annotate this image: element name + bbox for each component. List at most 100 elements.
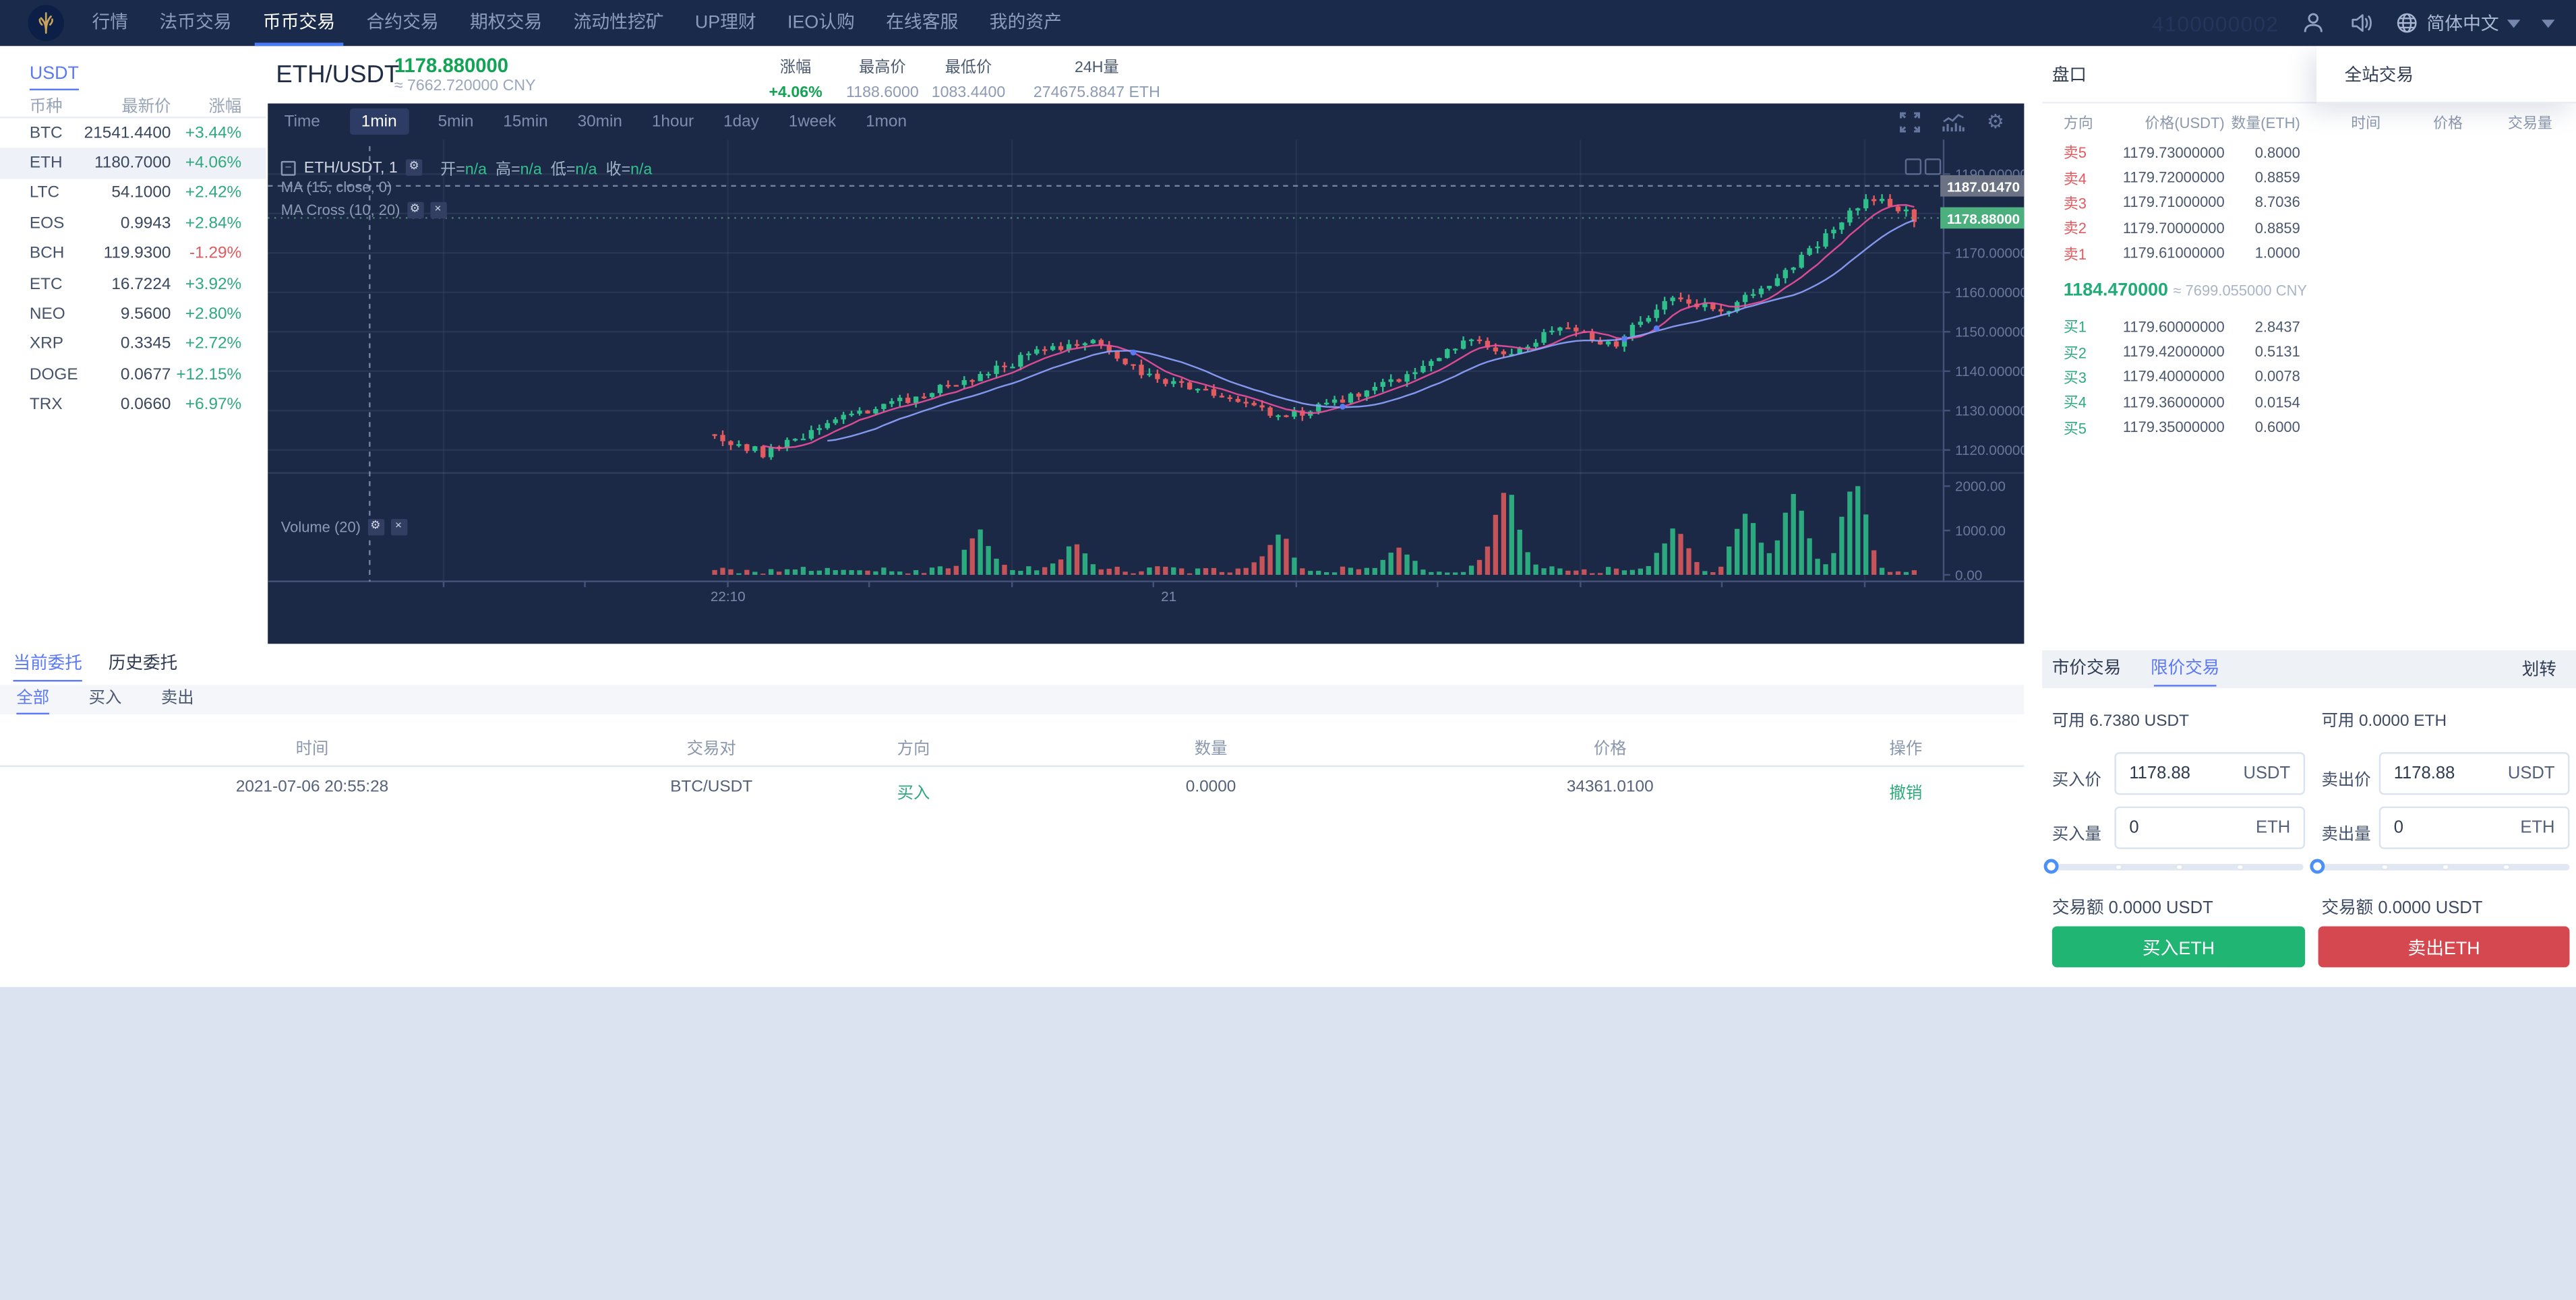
volume-close-icon[interactable]: × [390, 519, 407, 535]
orders-col-4: 价格 [1594, 734, 1627, 759]
bid-row[interactable]: 买41179.360000000.0154 [2042, 390, 2316, 415]
nav-item-6[interactable]: UP理财 [695, 0, 756, 46]
sell-price-input[interactable] [2394, 754, 2509, 793]
ask-row[interactable]: 卖41179.720000000.8859 [2042, 165, 2316, 191]
candlestick-chart[interactable]: 1200.000001190.000001180.000001170.00000… [268, 140, 2024, 644]
sell-amount-input[interactable] [2394, 808, 2509, 847]
buy-amount-input[interactable] [2129, 808, 2244, 847]
sell-price-field: USDT [2379, 752, 2570, 795]
ma-cross-gear-icon[interactable]: ⚙ [407, 202, 423, 218]
ask-row[interactable]: 卖11179.610000001.0000 [2042, 241, 2316, 266]
ma-cross-close-icon[interactable]: × [429, 202, 446, 218]
orders-col-3: 数量 [1195, 734, 1228, 759]
market-row[interactable]: ETH1180.7000+4.06% [0, 148, 266, 179]
ask-row[interactable]: 卖31179.710000008.7036 [2042, 190, 2316, 216]
market-list-header: 币种 最新价 涨幅 [0, 92, 266, 118]
orders-tab-0[interactable]: 当前委托 [13, 650, 82, 681]
market-row[interactable]: EOS0.9943+2.84% [0, 209, 266, 239]
market-coin: DOGE [30, 366, 79, 384]
buy-slider-handle[interactable] [2044, 858, 2059, 873]
orders-subtab-1[interactable]: 买入 [89, 685, 122, 714]
tab-limit-trade[interactable]: 限价交易 [2151, 650, 2219, 688]
transfer-link[interactable]: 划转 [2522, 657, 2556, 682]
ask-row[interactable]: 卖21179.700000000.8859 [2042, 216, 2316, 241]
collapse-legend-icon[interactable]: − [281, 160, 296, 175]
book-side: 买1 [2064, 315, 2109, 337]
buy-amount-slider[interactable] [2052, 856, 2304, 875]
buy-price-input[interactable] [2129, 754, 2244, 793]
series-settings-gear-icon[interactable]: ⚙ [406, 159, 422, 175]
sell-available: 可用 0.0000 ETH [2321, 706, 2447, 731]
market-row[interactable]: DOGE0.0677+12.15% [0, 360, 266, 390]
timeframe-15min[interactable]: 15min [503, 113, 547, 131]
market-row[interactable]: TRX0.0660+6.97% [0, 390, 266, 421]
sell-eth-button[interactable]: 卖出ETH [2318, 926, 2570, 967]
volume-gear-icon[interactable]: ⚙ [367, 519, 384, 535]
bid-row[interactable]: 买31179.400000000.0078 [2042, 364, 2316, 390]
market-price: 0.0660 [79, 396, 171, 414]
nav-item-3[interactable]: 合约交易 [366, 0, 438, 46]
market-coin: NEO [30, 305, 79, 323]
session-watermark: 4100000002 [2152, 11, 2279, 36]
market-col-change: 涨幅 [171, 92, 241, 117]
market-list-panel: USDT 币种 最新价 涨幅 BTC21541.4400+3.44%ETH118… [0, 46, 266, 420]
nav-item-1[interactable]: 法币交易 [159, 0, 231, 46]
indicators-icon[interactable] [1942, 111, 1965, 132]
book-price: 1179.70000000 [2109, 220, 2225, 236]
sell-amount-slider[interactable] [2318, 856, 2570, 875]
order-cell: BTC/USDT [670, 778, 752, 797]
buy-price-unit: USDT [2243, 764, 2290, 783]
nav-item-5[interactable]: 流动性挖矿 [574, 0, 664, 46]
orders-subtab-0[interactable]: 全部 [16, 685, 49, 714]
timeframe-1day[interactable]: 1day [723, 113, 759, 131]
account-menu-caret-icon[interactable] [2542, 19, 2554, 27]
timeframe-1week[interactable]: 1week [789, 113, 836, 131]
language-selector[interactable]: 简体中文 [2395, 10, 2520, 36]
nav-item-0[interactable]: 行情 [92, 0, 128, 46]
nav-item-4[interactable]: 期权交易 [470, 0, 542, 46]
nav-item-8[interactable]: 在线客服 [886, 0, 958, 46]
market-row[interactable]: ETC16.7224+3.92% [0, 270, 266, 300]
chart-settings-gear-icon[interactable]: ⚙ [1987, 112, 2004, 131]
nav-item-9[interactable]: 我的资产 [990, 0, 1062, 46]
market-row[interactable]: LTC54.1000+2.42% [0, 179, 266, 209]
market-row[interactable]: BCH119.9300-1.29% [0, 239, 266, 270]
cancel-order-link[interactable]: 撤销 [1890, 778, 1923, 803]
bid-row[interactable]: 买21179.420000000.5131 [2042, 339, 2316, 365]
svg-text:1187.01470: 1187.01470 [1947, 179, 2020, 195]
stat-high: 最高价 1188.6000 [846, 54, 919, 102]
orders-subtab-2[interactable]: 卖出 [161, 685, 194, 714]
book-side: 卖2 [2064, 218, 2109, 239]
timeframe-1min[interactable]: 1min [350, 109, 409, 135]
fullscreen-icon[interactable] [1900, 111, 1921, 132]
nav-item-2[interactable]: 币币交易 [263, 0, 335, 46]
orders-header-row: 时间交易对方向数量价格操作 [0, 722, 2024, 765]
timeframe-1mon[interactable]: 1mon [866, 113, 907, 131]
announcement-sound-icon[interactable] [2347, 10, 2374, 36]
market-coin: XRP [30, 336, 79, 354]
timeframe-1hour[interactable]: 1hour [652, 113, 694, 131]
user-icon[interactable] [2300, 10, 2327, 36]
bid-row[interactable]: 买11179.600000002.8437 [2042, 313, 2316, 339]
market-row[interactable]: NEO9.5600+2.80% [0, 299, 266, 330]
svg-text:0.00: 0.00 [1955, 567, 1982, 583]
nav-item-7[interactable]: IEO认购 [787, 0, 855, 46]
market-row[interactable]: XRP0.3345+2.72% [0, 330, 266, 360]
brand-logo[interactable] [28, 5, 64, 41]
svg-text:1178.88000: 1178.88000 [1947, 212, 2020, 227]
ask-row[interactable]: 卖51179.730000000.8000 [2042, 140, 2316, 165]
sell-slider-handle[interactable] [2310, 858, 2325, 873]
stat-change-value: +4.06% [769, 84, 822, 102]
tab-market-trade[interactable]: 市价交易 [2052, 650, 2121, 688]
timeframe-Time[interactable]: Time [284, 113, 320, 131]
timeframe-buttons: Time 1min 5min 15min 30min 1hour 1day 1week 1mon [284, 109, 907, 135]
orders-tab-1[interactable]: 历史委托 [109, 650, 177, 681]
market-row[interactable]: BTC21541.4400+3.44% [0, 118, 266, 148]
market-tab-usdt[interactable]: USDT [30, 64, 79, 84]
trade-tabs-strip: 市价交易 限价交易 划转 [2042, 650, 2576, 688]
trades-header: 时间 价格 交易量 [2316, 104, 2576, 140]
buy-eth-button[interactable]: 买入ETH [2052, 926, 2305, 967]
timeframe-30min[interactable]: 30min [578, 113, 622, 131]
bid-row[interactable]: 买51179.350000000.6000 [2042, 414, 2316, 440]
timeframe-5min[interactable]: 5min [438, 113, 474, 131]
